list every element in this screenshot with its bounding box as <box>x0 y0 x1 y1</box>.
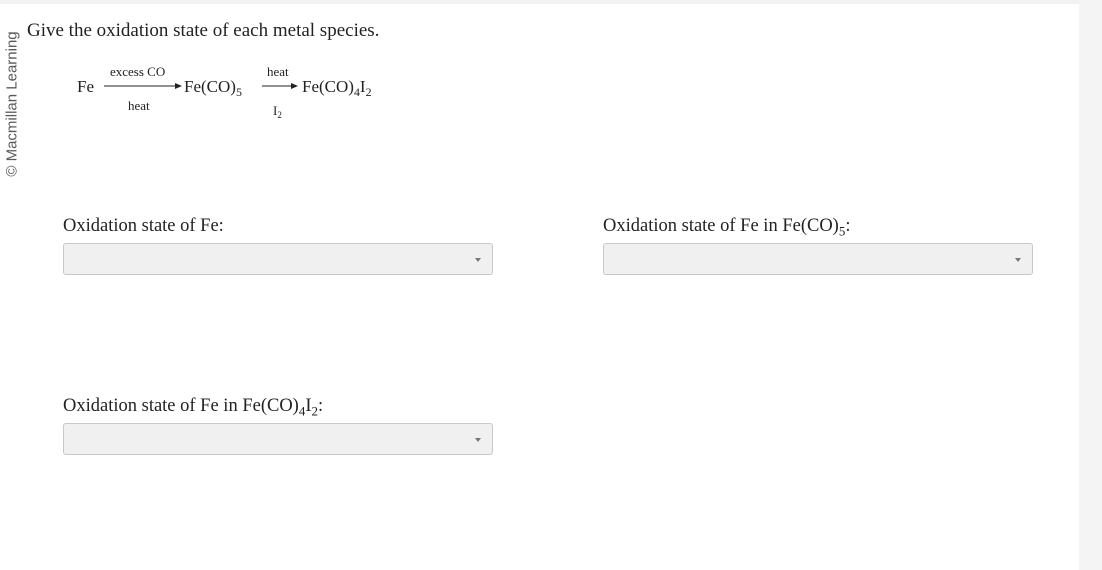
product2-base: Fe(CO) <box>302 77 354 96</box>
product-feco4i2: Fe(CO)4I2 <box>302 77 372 100</box>
reactant-fe: Fe <box>77 77 94 96</box>
chevron-down-icon <box>1015 258 1021 262</box>
copyright-watermark: © Macmillan Learning <box>0 4 24 204</box>
oxidation-feco4i2-dropdown[interactable] <box>63 423 493 455</box>
product1-base: Fe(CO) <box>184 77 236 96</box>
reaction-arrow-1 <box>104 83 182 89</box>
product2-sub2: 2 <box>365 85 372 100</box>
oxidation-fe-dropdown[interactable] <box>63 243 493 275</box>
watermark-text: © Macmillan Learning <box>3 31 21 177</box>
iodine-sub: 2 <box>277 110 282 121</box>
label-feco4i2-prefix: Oxidation state of Fe in Fe(CO) <box>63 396 299 416</box>
chevron-down-icon <box>475 258 481 262</box>
arrow1-bottom-label: heat <box>128 98 150 113</box>
arrow2-top-label: heat <box>267 64 289 79</box>
arrow2-bottom-label: I2 <box>273 103 282 121</box>
reaction-arrow-2 <box>262 83 298 89</box>
label-feco5-prefix: Oxidation state of Fe in Fe(CO) <box>603 216 839 236</box>
question-panel: © Macmillan Learning Give the oxidation … <box>0 4 1079 570</box>
label-oxidation-feco4i2: Oxidation state of Fe in Fe(CO)4I2: <box>63 396 324 418</box>
label-oxidation-fe: Oxidation state of Fe: <box>63 216 224 236</box>
product-feco5: Fe(CO)5 <box>184 77 242 100</box>
label-feco4i2-suffix: : <box>317 396 324 416</box>
oxidation-feco5-dropdown[interactable] <box>603 243 1033 275</box>
label-oxidation-feco5: Oxidation state of Fe in Fe(CO)5: <box>603 216 851 238</box>
arrow1-top-label: excess CO <box>110 64 166 79</box>
label-feco5-suffix: : <box>845 216 851 236</box>
scrollbar-track[interactable] <box>1079 0 1102 570</box>
product1-sub: 5 <box>235 85 242 100</box>
chevron-down-icon <box>475 438 481 442</box>
question-text: Give the oxidation state of each metal s… <box>27 20 380 41</box>
